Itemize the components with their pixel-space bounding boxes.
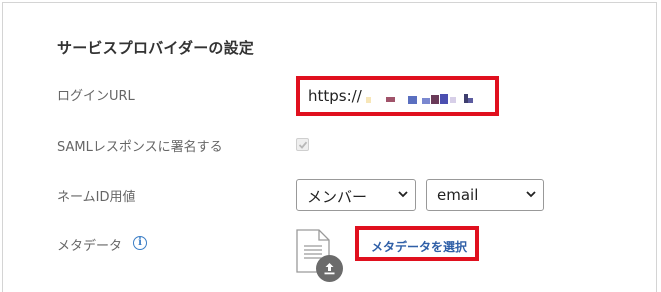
- metadata-label: メタデータ: [57, 239, 123, 254]
- redacted-url-block: [431, 95, 439, 104]
- redacted-url-block: [468, 98, 473, 103]
- saml-sign-label: SAMLレスポンスに署名する: [57, 140, 223, 155]
- name-id-type-value: メンバー: [307, 188, 368, 206]
- chevron-down-icon: [398, 191, 408, 198]
- redacted-url-block: [366, 97, 371, 103]
- redacted-url-block: [386, 97, 395, 102]
- name-id-label: ネームID用値: [57, 190, 136, 205]
- sp-settings-panel: サービスプロバイダーの設定 ログインURL https:// SAMLレスポンス…: [2, 2, 657, 292]
- redacted-url-block: [450, 97, 456, 103]
- login-url-highlight: https://: [296, 76, 499, 116]
- info-icon[interactable]: i: [133, 236, 147, 250]
- select-metadata-button[interactable]: メタデータを選択: [371, 238, 467, 255]
- redacted-url-block: [408, 96, 417, 104]
- name-id-attribute-value: email: [437, 186, 479, 204]
- redacted-url-block: [422, 98, 430, 104]
- check-icon: [298, 141, 308, 149]
- name-id-type-select[interactable]: メンバー: [296, 179, 416, 211]
- section-title: サービスプロバイダーの設定: [57, 39, 255, 57]
- login-url-label: ログインURL: [57, 89, 135, 104]
- chevron-down-icon: [526, 191, 536, 198]
- upload-arrow-icon: [324, 263, 335, 275]
- metadata-select-highlight: メタデータを選択: [355, 226, 479, 261]
- saml-sign-checkbox[interactable]: [296, 138, 309, 151]
- name-id-attribute-select[interactable]: email: [426, 179, 544, 211]
- login-url-value[interactable]: https://: [308, 87, 362, 105]
- redacted-url-block: [440, 94, 448, 104]
- upload-icon[interactable]: [316, 255, 343, 282]
